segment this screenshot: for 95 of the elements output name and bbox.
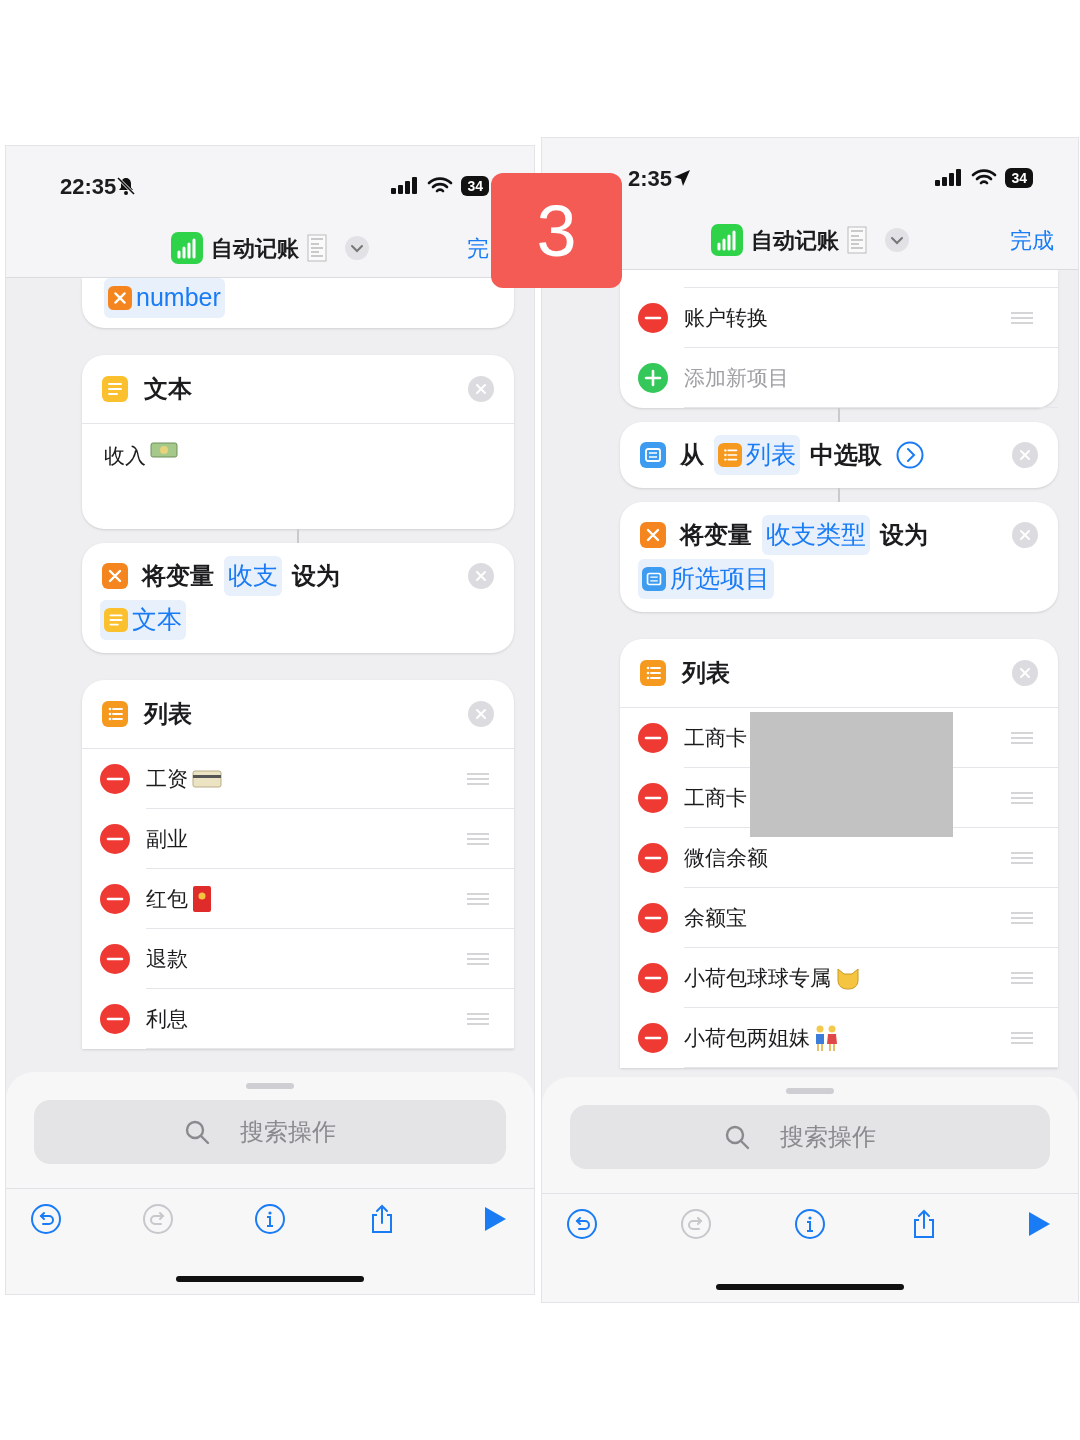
list-item-text: 工资 xyxy=(146,765,188,792)
done-button[interactable]: 完成 xyxy=(1010,223,1054,257)
list-item-text: 小荷包球球专属 xyxy=(684,964,831,991)
variable-token[interactable]: 收支 xyxy=(224,556,282,596)
action-title: 列表 xyxy=(144,699,193,729)
variable-token[interactable]: 列表 xyxy=(714,435,800,475)
status-time: 22:35 xyxy=(60,172,117,201)
menu-list-icon xyxy=(642,567,666,591)
info-icon[interactable] xyxy=(254,1202,286,1235)
shortcut-title: 自动记账 xyxy=(751,226,839,255)
done-button[interactable]: 完 xyxy=(467,231,489,265)
list-icon xyxy=(718,443,742,467)
drag-handle-icon[interactable] xyxy=(466,1012,490,1025)
remove-icon[interactable] xyxy=(100,1004,130,1034)
action-text: 设为 xyxy=(880,520,928,550)
drag-handle-icon[interactable] xyxy=(1010,791,1034,804)
drag-handle-icon[interactable] xyxy=(466,832,490,845)
remove-icon[interactable] xyxy=(100,764,130,794)
drag-handle-icon[interactable] xyxy=(466,772,490,785)
list-item-text: 利息 xyxy=(146,1005,188,1032)
two-figures-icon xyxy=(814,1023,838,1052)
signal-icon xyxy=(391,176,420,196)
drag-handle-icon[interactable] xyxy=(1010,971,1034,984)
remove-icon[interactable] xyxy=(638,723,668,753)
remove-icon[interactable] xyxy=(638,303,668,333)
status-time: 2:35 xyxy=(628,164,673,193)
list-item-text: 副业 xyxy=(146,825,188,852)
chevron-down-icon[interactable] xyxy=(345,236,369,260)
remove-icon[interactable] xyxy=(638,963,668,993)
drag-handle-icon[interactable] xyxy=(466,952,490,965)
variable-token[interactable]: 所选项目 xyxy=(638,559,774,599)
battery-level: 34 xyxy=(1005,168,1033,188)
action-text: 将变量 xyxy=(680,520,752,550)
drag-handle-icon[interactable] xyxy=(1010,851,1034,864)
list-item-text: 红包 xyxy=(146,885,188,912)
remove-icon[interactable] xyxy=(638,843,668,873)
shortcut-title: 自动记账 xyxy=(211,234,299,263)
cat-face-icon xyxy=(835,965,861,990)
chevron-down-icon[interactable] xyxy=(885,228,909,252)
drag-handle-icon[interactable] xyxy=(1010,1031,1034,1044)
list-icon xyxy=(640,660,666,686)
remove-icon[interactable] xyxy=(638,783,668,813)
add-icon[interactable] xyxy=(638,363,668,393)
receipt-icon xyxy=(847,226,867,254)
info-icon[interactable] xyxy=(794,1207,826,1240)
list-icon xyxy=(102,701,128,727)
drag-handle-icon[interactable] xyxy=(466,892,490,905)
list-item-text: 工商卡 xyxy=(684,724,747,751)
drag-handle-icon[interactable] xyxy=(1010,731,1034,744)
app-icon xyxy=(711,224,743,256)
variable-icon xyxy=(102,563,128,589)
variable-icon xyxy=(640,522,666,548)
action-text: 从 xyxy=(680,440,704,470)
text-lines-icon xyxy=(104,608,128,632)
action-text: 中选取 xyxy=(810,440,882,470)
undo-icon[interactable] xyxy=(30,1202,62,1235)
action-text: 设为 xyxy=(292,561,340,591)
search-field[interactable]: 搜索操作 xyxy=(570,1105,1050,1169)
credit-card-icon xyxy=(192,768,222,789)
search-icon xyxy=(724,1124,750,1150)
drag-handle-icon[interactable] xyxy=(1010,911,1034,924)
variable-token[interactable]: 文本 xyxy=(100,600,186,640)
menu-list-icon xyxy=(640,442,666,468)
remove-icon[interactable] xyxy=(100,884,130,914)
search-field[interactable]: 搜索操作 xyxy=(34,1100,506,1164)
undo-icon[interactable] xyxy=(566,1207,598,1240)
step-badge: 3 xyxy=(491,173,622,288)
receipt-icon xyxy=(307,234,327,262)
battery-level: 34 xyxy=(461,176,489,196)
action-title: 列表 xyxy=(682,658,731,688)
list-item-text: 微信余额 xyxy=(684,844,768,871)
chevron-circle-icon[interactable] xyxy=(896,441,924,469)
remove-icon[interactable] xyxy=(638,1023,668,1053)
app-icon xyxy=(171,232,203,264)
text-content: 收入 xyxy=(104,443,146,469)
action-title: 文本 xyxy=(144,374,193,404)
remove-icon[interactable] xyxy=(638,903,668,933)
list-item-text: 退款 xyxy=(146,945,188,972)
add-item-label[interactable]: 添加新项目 xyxy=(684,361,789,394)
list-item-text: 小荷包两姐妹 xyxy=(684,1024,810,1051)
list-item-text: 账户转换 xyxy=(684,304,768,331)
list-item-text: 余额宝 xyxy=(684,904,747,931)
banknote-icon xyxy=(150,440,178,460)
action-text: 将变量 xyxy=(142,561,214,591)
text-lines-icon xyxy=(102,376,128,402)
remove-icon[interactable] xyxy=(100,944,130,974)
remove-icon[interactable] xyxy=(100,824,130,854)
variable-token[interactable]: number xyxy=(104,278,225,318)
variable-icon xyxy=(108,285,132,310)
envelope-icon xyxy=(192,884,212,913)
signal-icon xyxy=(935,168,964,188)
search-icon xyxy=(184,1119,210,1145)
variable-token[interactable]: 收支类型 xyxy=(762,515,870,555)
drag-handle-icon[interactable] xyxy=(1010,311,1034,324)
list-item-text: 工商卡 xyxy=(684,784,747,811)
